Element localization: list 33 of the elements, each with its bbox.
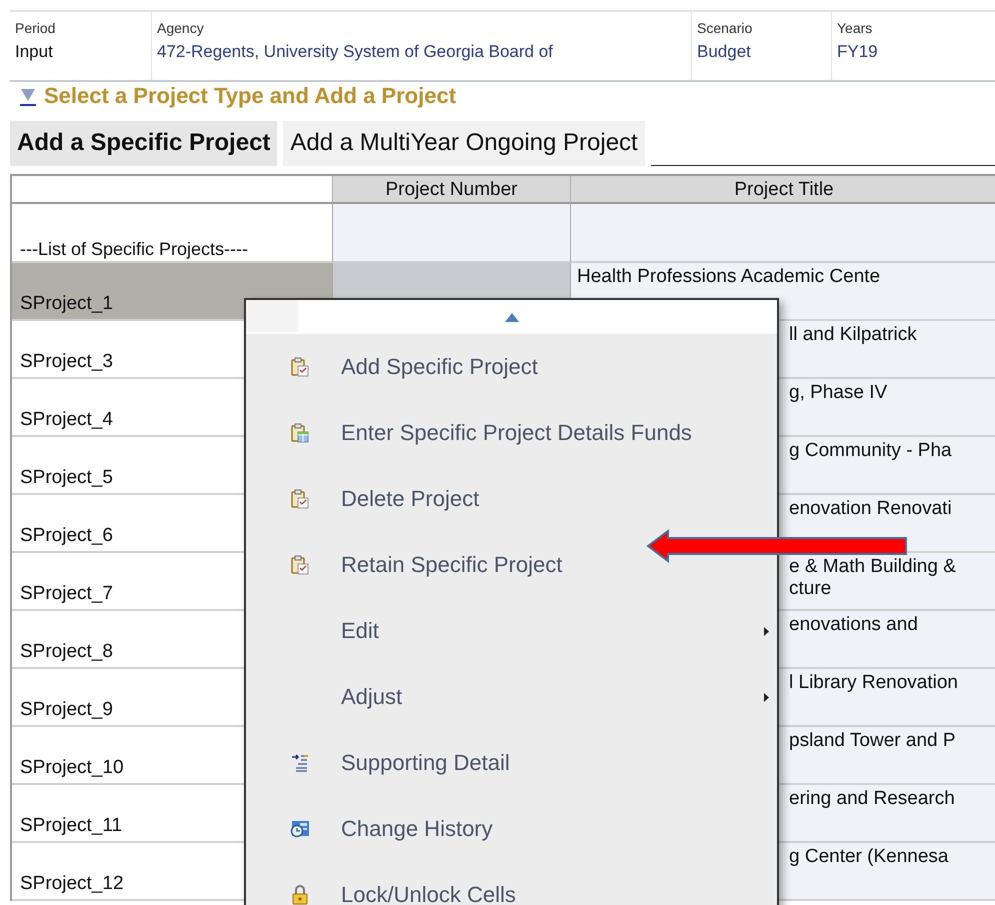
tab[interactable]: Add a MultiYear Ongoing Project <box>283 121 645 166</box>
tab[interactable]: Add a Specific Project <box>10 121 278 166</box>
pov-label: Agency <box>157 20 205 36</box>
table-cell: psland Tower and P <box>789 730 956 751</box>
pov-label: Scenario <box>697 20 754 36</box>
clipboard-icon <box>290 555 308 575</box>
table-cell: enovation Renovati <box>789 498 952 519</box>
table-cell: g Community - Pha <box>789 440 952 461</box>
pov-label: Years <box>837 20 874 36</box>
section-title: Select a Project Type and Add a Project <box>44 83 456 109</box>
clock-calendar-icon <box>290 820 310 838</box>
table-cell: ering and Research <box>789 788 955 809</box>
table-cell: enovations and <box>789 614 918 635</box>
table-cell: l Library Renovation <box>789 672 958 693</box>
table-cell: g, Phase IV <box>789 382 888 403</box>
clipboard-table-icon <box>290 423 308 443</box>
padlock-icon <box>292 885 308 905</box>
pov-value: Input <box>15 42 54 62</box>
pov-link[interactable]: Budget <box>697 42 825 62</box>
column-header: Project Title <box>571 176 995 204</box>
clipboard-icon <box>290 489 308 509</box>
indent-list-icon <box>290 754 308 772</box>
pov-link[interactable]: 472-Regents, University System of Georgia Board of <box>157 42 685 62</box>
table-cell: g Center (Kennesa <box>789 846 948 867</box>
scroll-up-icon[interactable] <box>504 312 518 322</box>
clipboard-icon <box>290 357 308 377</box>
table-cell: e & Math Building & cture <box>789 556 956 599</box>
table-cell: ll and Kilpatrick <box>789 324 917 345</box>
pov-label: Period <box>15 20 56 36</box>
pov-link[interactable]: FY19 <box>837 42 908 62</box>
column-header: Project Number <box>333 176 571 204</box>
collapse-triangle-icon[interactable] <box>20 86 36 106</box>
table-cell: Health Professions Academic Cente <box>577 266 880 287</box>
